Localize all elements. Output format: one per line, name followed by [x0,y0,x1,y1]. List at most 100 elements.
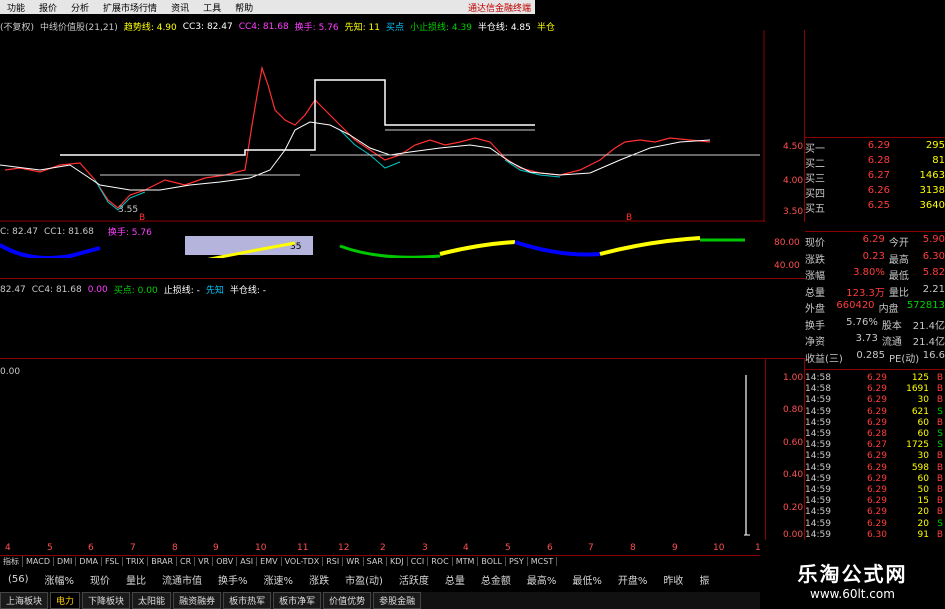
column-header[interactable]: 现价 [82,572,118,587]
sector-tab[interactable]: 板市净军 [273,592,322,609]
tick-time: 14:59 [805,485,831,495]
stat-value: 123.3万 [846,287,885,299]
tick-price: 6.29 [866,417,887,428]
tick-side: B [936,417,943,428]
indicator-tab[interactable]: MTM [453,557,479,566]
stat-label: 换手 [805,320,825,332]
column-header[interactable]: 昨收 [655,572,691,587]
tick-row: 14:59 6.29 50 B [805,485,945,496]
menu-item-analysis[interactable]: 分析 [64,1,96,14]
tick-time: 14:59 [805,462,831,473]
volume-chart[interactable] [0,375,765,540]
menu-item-help[interactable]: 帮助 [228,1,260,14]
indicator-tab[interactable]: DMI [54,557,77,566]
trend-line [0,121,711,191]
bid-label: 买二 [805,159,825,170]
tick-row: 14:59 6.29 15 B [805,496,945,507]
menu-item-tools[interactable]: 工具 [196,1,228,14]
column-header[interactable]: 开盘% [610,572,656,587]
tick-volume: 598 [911,462,929,473]
column-header[interactable]: 量比 [118,572,154,587]
column-header[interactable]: 总金额 [473,572,519,587]
tick-volume: 621 [911,406,929,417]
column-header[interactable]: 市盈(动) [337,572,391,587]
column-header[interactable]: 振 [691,572,717,587]
column-header[interactable]: 换手% [210,572,256,587]
sector-tab[interactable]: 上海板块 [0,592,49,609]
indicator-tab[interactable]: BOLL [478,557,506,566]
tick-row: 14:59 6.27 1725 S [805,440,945,451]
column-header[interactable]: 活跃度 [391,572,437,587]
indicator-tab[interactable]: RSI [323,557,344,566]
tick-volume: 60 [917,473,929,484]
indicator-tab[interactable]: MACD [23,557,54,566]
sector-tab[interactable]: 板市热军 [223,592,272,609]
indicator-tab[interactable]: WR [343,557,364,566]
tick-volume: 60 [917,429,929,439]
month-mark: 4 [5,543,11,553]
sub1-cc: C: 82.47 [0,226,38,237]
menu-item-news[interactable]: 资讯 [164,1,196,14]
month-mark: 9 [672,543,678,553]
stat-label: 今开 [888,238,909,249]
indicator-tab[interactable]: SAR [364,557,387,566]
tick-time: 14:59 [805,406,831,417]
indicator-tab[interactable]: 指标 [0,556,23,567]
tick-row: 14:59 6.29 20 B [805,507,945,518]
tick-volume: 1725 [906,440,929,451]
column-header[interactable]: 涨速% [256,572,302,587]
column-header[interactable]: 最低% [564,572,610,587]
main-price-chart[interactable]: 3.55 B B [0,30,765,222]
sub2-indicator-info: 82.47 CC4: 81.68 0.00 买点: 0.00 止损线: - 先知… [0,283,400,297]
indicator-tab[interactable]: CCI [408,557,429,566]
tick-price: 6.29 [866,451,887,462]
volume-axis-label: 0.20 [783,503,804,513]
stat-value: 16.6 [922,349,945,361]
sector-tab[interactable]: 下降板块 [82,592,131,609]
column-header[interactable]: 最高% [519,572,565,587]
indicator-tab[interactable]: BRAR [148,557,178,566]
sector-tab[interactable]: 参股金融 [373,592,422,609]
menu-item-functions[interactable]: 功能 [0,1,32,14]
sector-tab[interactable]: 电力 [50,592,81,609]
indicator-tab[interactable]: DMA [76,557,102,566]
bid-label: 买三 [805,174,825,185]
tick-side: B [936,384,943,395]
bid-volume: 81 [932,155,945,166]
menu-item-extended-market[interactable]: 扩展市场行情 [96,1,164,14]
sub1-chart[interactable]: 35 [0,236,765,258]
tick-volume: 30 [917,395,929,406]
sector-tab[interactable]: 融资融券 [173,592,222,609]
month-mark: 6 [88,543,94,553]
column-header[interactable]: 流通市值 [154,572,210,587]
indicator-tab[interactable]: KDJ [387,557,408,566]
menu-item-quotes[interactable]: 报价 [32,1,64,14]
stat-label: 涨跌 [805,254,825,266]
indicator-tab[interactable]: ASI [237,557,258,566]
column-header[interactable]: 涨幅% [37,572,83,587]
column-header[interactable]: 总量 [437,572,473,587]
tick-price: 6.29 [866,395,887,406]
month-mark: 10 [713,543,725,553]
indicator-tab[interactable]: ROC [428,557,453,566]
column-header[interactable]: 涨跌 [301,572,337,587]
indicator-tab[interactable]: EMV [257,557,282,566]
quote-stat-row: 涨跌 0.23 最高 6.30 [805,251,945,266]
tick-row: 14:59 6.30 91 B [805,530,945,541]
column-header[interactable]: (56) [0,574,37,585]
indicator-tab[interactable]: OBV [213,557,238,566]
indicator-tab[interactable]: CR [177,557,196,566]
indicator-tab[interactable]: PSY [506,557,528,566]
tick-side: S [937,429,943,439]
indicator-tab[interactable]: VR [195,557,214,566]
tick-time: 14:59 [805,496,831,507]
indicator-tab[interactable]: VOL-TDX [282,557,324,566]
indicator-tab[interactable]: TRIX [123,557,149,566]
quote-stat-row: 涨幅 3.80% 最低 5.82 [805,267,945,282]
indicator-tab[interactable]: MCST [528,557,558,566]
stat-label: 最低 [888,271,909,282]
indicator-tab[interactable]: FSL [102,557,123,566]
sector-tab[interactable]: 价值优势 [323,592,372,609]
sub2-a: 82.47 [0,284,26,295]
sector-tab[interactable]: 太阳能 [132,592,172,609]
